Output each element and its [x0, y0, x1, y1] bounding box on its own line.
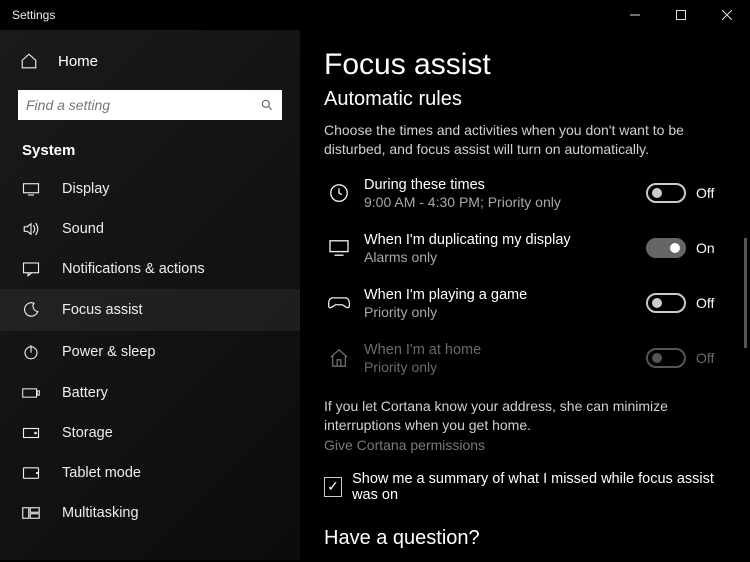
window-title: Settings [12, 8, 55, 22]
summary-checkbox-label: Show me a summary of what I missed while… [352, 471, 720, 503]
sidebar-item-battery[interactable]: Battery [0, 373, 300, 413]
rule-subtitle: Priority only [364, 359, 646, 375]
sidebar-section-label: System [0, 136, 300, 169]
rule-during-these-times[interactable]: During these times 9:00 AM - 4:30 PM; Pr… [324, 177, 720, 210]
titlebar: Settings [0, 0, 750, 30]
sidebar-item-notifications[interactable]: Notifications & actions [0, 249, 300, 289]
rule-subtitle: 9:00 AM - 4:30 PM; Priority only [364, 194, 646, 210]
focus-assist-icon [22, 301, 40, 319]
rule-playing-game[interactable]: When I'm playing a game Priority only Of… [324, 287, 720, 320]
power-icon [22, 343, 40, 361]
home-button[interactable]: Home [0, 42, 300, 80]
home-icon [20, 52, 38, 70]
close-button[interactable] [704, 0, 750, 30]
multitasking-icon [22, 506, 40, 520]
sidebar-item-label: Multitasking [62, 505, 139, 521]
rule-title: During these times [364, 177, 646, 193]
monitor-icon [324, 239, 354, 257]
cortana-permissions-link[interactable]: Give Cortana permissions [324, 437, 720, 453]
rule-toggle[interactable] [646, 238, 686, 258]
rule-title: When I'm duplicating my display [364, 232, 646, 248]
page-title: Focus assist [324, 48, 720, 82]
sidebar-item-display[interactable]: Display [0, 169, 300, 209]
sidebar-item-label: Sound [62, 221, 104, 237]
toggle-state: On [696, 240, 720, 256]
rule-at-home: When I'm at home Priority only Off [324, 342, 720, 375]
sidebar-item-label: Storage [62, 425, 113, 441]
sidebar-item-multitasking[interactable]: Multitasking [0, 493, 300, 533]
clock-icon [324, 182, 354, 204]
sidebar-item-label: Display [62, 181, 110, 197]
home-label: Home [58, 53, 98, 70]
window-controls [612, 0, 750, 30]
rule-subtitle: Alarms only [364, 249, 646, 265]
summary-checkbox-row[interactable]: Show me a summary of what I missed while… [324, 471, 720, 503]
question-heading: Have a question? [324, 527, 720, 550]
section-title: Automatic rules [324, 88, 720, 111]
rule-subtitle: Priority only [364, 304, 646, 320]
toggle-state: Off [696, 295, 720, 311]
sidebar-item-label: Power & sleep [62, 344, 156, 360]
battery-icon [22, 387, 40, 399]
rule-title: When I'm at home [364, 342, 646, 358]
sidebar-item-label: Focus assist [62, 302, 143, 318]
sidebar-item-tablet[interactable]: Tablet mode [0, 453, 300, 493]
sound-icon [22, 221, 40, 237]
scrollbar[interactable] [744, 238, 747, 348]
cortana-hint: If you let Cortana know your address, sh… [324, 397, 694, 435]
search-icon [260, 98, 274, 117]
maximize-button[interactable] [658, 0, 704, 30]
rule-toggle[interactable] [646, 183, 686, 203]
section-description: Choose the times and activities when you… [324, 121, 694, 159]
content: Focus assist Automatic rules Choose the … [300, 30, 750, 560]
storage-icon [22, 426, 40, 440]
toggle-state: Off [696, 185, 720, 201]
rule-toggle[interactable] [646, 293, 686, 313]
sidebar-item-power[interactable]: Power & sleep [0, 331, 300, 373]
rule-toggle [646, 348, 686, 368]
sidebar-item-sound[interactable]: Sound [0, 209, 300, 249]
rule-duplicating-display[interactable]: When I'm duplicating my display Alarms o… [324, 232, 720, 265]
rule-title: When I'm playing a game [364, 287, 646, 303]
game-icon [324, 295, 354, 311]
display-icon [22, 182, 40, 196]
search-input[interactable] [18, 90, 282, 120]
toggle-state: Off [696, 350, 720, 366]
sidebar-item-label: Notifications & actions [62, 261, 205, 277]
home-rule-icon [324, 348, 354, 368]
sidebar-item-label: Tablet mode [62, 465, 141, 481]
sidebar-item-label: Battery [62, 385, 108, 401]
sidebar-item-storage[interactable]: Storage [0, 413, 300, 453]
tablet-icon [22, 466, 40, 480]
minimize-button[interactable] [612, 0, 658, 30]
search-wrap [18, 90, 282, 120]
summary-checkbox[interactable] [324, 477, 342, 497]
sidebar: Home System Display Sound Notifications … [0, 30, 300, 560]
sidebar-item-focus-assist[interactable]: Focus assist [0, 289, 300, 331]
notifications-icon [22, 261, 40, 277]
